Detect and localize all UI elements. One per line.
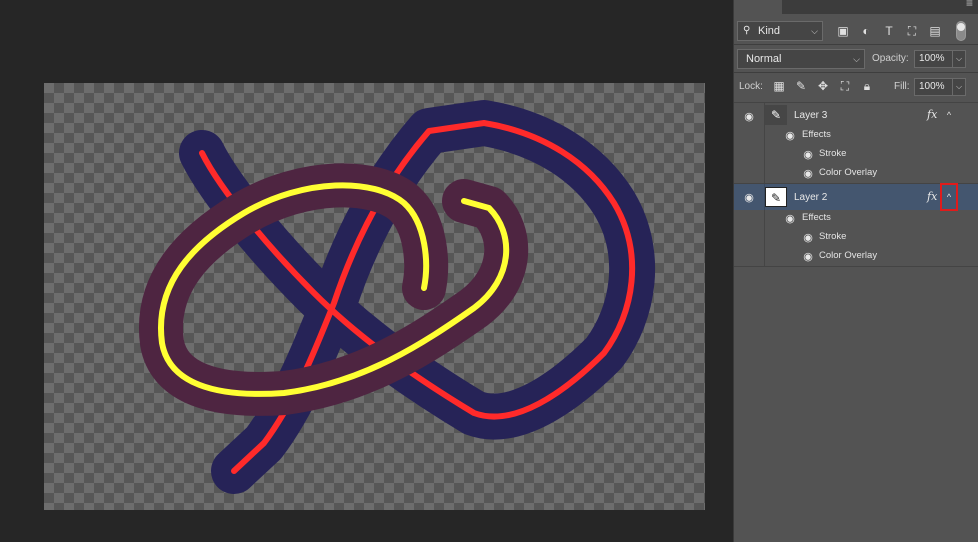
opacity-dropdown-button[interactable]: ⌵: [952, 50, 966, 68]
lock-label: Lock:: [739, 81, 763, 92]
blend-mode-value: Normal: [746, 53, 782, 65]
eye-icon[interactable]: ◉: [782, 213, 798, 225]
effect-stroke[interactable]: Stroke: [819, 231, 846, 242]
search-icon: ⚲: [743, 25, 751, 36]
eye-icon[interactable]: ◉: [800, 251, 816, 263]
layer-row-layer-3[interactable]: ◉ ✎ Layer 3 fx ^ ◉ Effects ◉ Stroke ◉ Co…: [734, 103, 978, 183]
chevron-down-icon: ⌵: [811, 26, 818, 36]
fx-icon[interactable]: fx: [927, 190, 937, 203]
half-circle-icon[interactable]: ◐: [858, 22, 874, 40]
collapse-effects-button[interactable]: ^: [940, 183, 958, 211]
divider: [734, 72, 978, 73]
eye-icon[interactable]: ◉: [741, 192, 757, 204]
eye-icon[interactable]: ◉: [800, 168, 816, 180]
chevron-down-icon: ⌵: [853, 54, 860, 64]
fill-label: Fill:: [894, 81, 910, 92]
layers-tab[interactable]: [734, 0, 782, 14]
transform-icon[interactable]: ⛶: [904, 22, 920, 40]
layers-panel: ≡ ⚲ Kind ⌵ ▣ ◐ T ⛶ ▤ Normal ⌵ Opacity: 1…: [733, 0, 978, 542]
layer-row-layer-2[interactable]: ◉ ✎ Layer 2 fx ^: [734, 183, 978, 211]
layer-2-effects: ◉ Effects ◉ Stroke ◉ Color Overlay: [734, 210, 978, 266]
smart-object-icon[interactable]: ▤: [927, 22, 943, 40]
artboard-icon[interactable]: ⛶: [838, 79, 852, 93]
move-icon[interactable]: ✥: [816, 79, 830, 93]
divider: [734, 44, 978, 45]
brush-icon[interactable]: ✎: [794, 79, 808, 93]
collapse-effects-button[interactable]: ^: [943, 108, 955, 122]
panel-menu-icon[interactable]: ≡: [966, 0, 973, 10]
fill-input[interactable]: 100%: [914, 78, 954, 96]
opacity-label: Opacity:: [872, 53, 909, 64]
type-icon[interactable]: T: [881, 22, 897, 40]
brush-icon: ✎: [765, 187, 787, 207]
filter-toggle[interactable]: [956, 21, 966, 41]
effect-color-overlay[interactable]: Color Overlay: [819, 167, 877, 178]
divider: [764, 210, 765, 266]
eye-icon[interactable]: ◉: [741, 111, 757, 123]
layer-filter-label: Kind: [758, 25, 781, 37]
opacity-input[interactable]: 100%: [914, 50, 954, 68]
brush-icon: ✎: [765, 105, 787, 125]
document-canvas[interactable]: [44, 83, 705, 510]
fx-icon[interactable]: fx: [927, 108, 937, 121]
artwork: [139, 100, 656, 494]
layer-filter-select[interactable]: ⚲ Kind ⌵: [737, 21, 823, 41]
effect-stroke[interactable]: Stroke: [819, 148, 846, 159]
fill-dropdown-button[interactable]: ⌵: [952, 78, 966, 96]
effect-color-overlay[interactable]: Color Overlay: [819, 250, 877, 261]
image-icon[interactable]: ▣: [835, 22, 851, 40]
eye-icon[interactable]: ◉: [800, 149, 816, 161]
effects-label: Effects: [802, 129, 831, 140]
effects-label: Effects: [802, 212, 831, 223]
blend-mode-select[interactable]: Normal ⌵: [737, 49, 865, 69]
panel-tab-bar: ≡: [734, 0, 978, 14]
divider: [734, 266, 978, 267]
eye-icon[interactable]: ◉: [782, 130, 798, 142]
layer-name[interactable]: Layer 2: [794, 192, 827, 203]
checkerboard-icon[interactable]: ▦: [772, 79, 786, 93]
padlock-icon[interactable]: 🔒︎: [860, 79, 874, 93]
document-workspace: [0, 0, 733, 542]
layer-name[interactable]: Layer 3: [794, 110, 827, 121]
eye-icon[interactable]: ◉: [800, 232, 816, 244]
